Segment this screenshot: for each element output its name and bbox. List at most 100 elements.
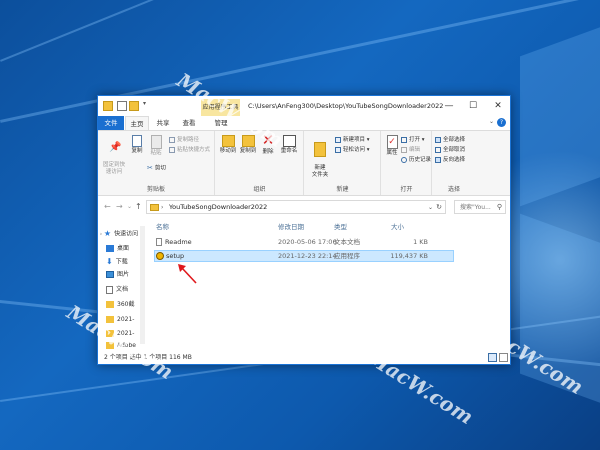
new-item-icon bbox=[335, 136, 341, 143]
file-date: 2020-05-06 17:06 bbox=[278, 238, 337, 246]
select-all-label: 全部选择 bbox=[443, 137, 466, 143]
file-type: 文本文档 bbox=[334, 238, 360, 246]
folder-icon bbox=[103, 101, 113, 111]
easy-access-label: 轻松访问 ▾ bbox=[343, 147, 370, 153]
file-row-setup[interactable]: setup 2021-12-23 22:14 应用程序 119,437 KB bbox=[154, 250, 454, 262]
file-list: 名称 修改日期 类型 大小 Readme 2020-05-06 17:06 文本… bbox=[150, 218, 510, 351]
new-folder-button[interactable]: 新建 文件夹 bbox=[309, 135, 331, 179]
address-bar-row: ← → ⌄ ↑ › YouTubeSongDownloader2022 ⌄ ↻ … bbox=[98, 196, 510, 218]
file-row-readme[interactable]: Readme 2020-05-06 17:06 文本文档 1 KB bbox=[154, 237, 454, 249]
select-none-label: 全部取消 bbox=[443, 147, 466, 153]
new-folder-icon[interactable] bbox=[129, 101, 139, 111]
cut-button[interactable]: ✂ 剪切 bbox=[147, 164, 166, 173]
file-size: 119,437 KB bbox=[390, 252, 428, 260]
nav-label: 下载 bbox=[115, 258, 128, 266]
close-button[interactable]: ✕ bbox=[486, 96, 510, 116]
details-view-icon[interactable] bbox=[488, 353, 497, 362]
copy-path-button[interactable]: 复制路径 bbox=[169, 136, 199, 144]
file-date: 2021-12-23 22:14 bbox=[278, 252, 337, 260]
address-field[interactable]: › YouTubeSongDownloader2022 ⌄ ↻ bbox=[146, 200, 446, 214]
edit-label: 编辑 bbox=[409, 147, 421, 153]
expand-ribbon-icon[interactable]: ⌄ bbox=[489, 118, 494, 125]
move-to-folder-icon bbox=[221, 135, 235, 147]
back-arrow-icon[interactable]: ← bbox=[104, 202, 111, 211]
select-none-button[interactable]: 全部取消 bbox=[435, 146, 465, 154]
folder-icon bbox=[106, 301, 114, 308]
star-icon: ★ bbox=[103, 229, 112, 238]
file-explorer-window: ▾ 应用程序工具 C:\Users\AnFeng300\Desktop\YouT… bbox=[97, 95, 511, 365]
history-button[interactable]: 历史记录 bbox=[401, 156, 431, 164]
select-all-button[interactable]: 全部选择 bbox=[435, 136, 465, 144]
easy-access-button[interactable]: 轻松访问 ▾ bbox=[335, 146, 370, 154]
nav-quick-access[interactable]: › ★ 快速访问 bbox=[100, 228, 140, 240]
rename-icon bbox=[282, 135, 296, 147]
select-all-icon bbox=[435, 136, 441, 143]
select-group: 全部选择 全部取消 反向选择 选择 bbox=[433, 131, 475, 195]
search-placeholder: 搜索"You... bbox=[460, 204, 491, 211]
document-icon bbox=[106, 285, 113, 294]
breadcrumb-separator-icon: › bbox=[161, 204, 164, 211]
up-arrow-icon[interactable]: ↑ bbox=[135, 202, 142, 211]
address-path: YouTubeSongDownloader2022 bbox=[169, 203, 268, 211]
tab-view[interactable]: 查看 bbox=[177, 116, 201, 130]
copy-icon bbox=[132, 135, 142, 147]
nav-label: 快速访问 bbox=[114, 230, 139, 238]
paste-label: 粘贴 bbox=[150, 150, 162, 156]
new-folder-large-icon bbox=[314, 142, 326, 157]
address-folder-icon bbox=[150, 204, 159, 211]
paste-button[interactable]: 粘贴 bbox=[147, 135, 165, 157]
address-dropdown-icon[interactable]: ⌄ bbox=[428, 201, 433, 214]
refresh-icon[interactable]: ↻ bbox=[436, 201, 442, 214]
invert-selection-button[interactable]: 反向选择 bbox=[435, 156, 465, 164]
minimize-button[interactable]: — bbox=[437, 96, 461, 116]
open-button[interactable]: 打开 ▾ bbox=[401, 136, 425, 144]
open-group: ✓ 属性 打开 ▾ 编辑 历史记录 打开 bbox=[382, 131, 432, 195]
search-input[interactable]: 搜索"You... ⚲ bbox=[454, 200, 506, 214]
properties-icon[interactable] bbox=[117, 101, 127, 111]
copy-label: 复制 bbox=[131, 148, 143, 154]
edit-button[interactable]: 编辑 bbox=[401, 146, 420, 154]
window-title: C:\Users\AnFeng300\Desktop\YouTubeSongDo… bbox=[248, 102, 444, 110]
select-none-icon bbox=[435, 146, 441, 153]
title-bar: ▾ 应用程序工具 C:\Users\AnFeng300\Desktop\YouT… bbox=[98, 96, 510, 116]
nav-scrollbar[interactable] bbox=[140, 226, 145, 344]
nav-label: 桌面 bbox=[117, 245, 130, 252]
new-group-label: 新建 bbox=[336, 186, 349, 193]
pictures-icon bbox=[106, 271, 114, 278]
column-header-date[interactable]: 修改日期 bbox=[278, 221, 304, 231]
new-item-label: 新建项目 ▾ bbox=[343, 137, 370, 143]
tab-share[interactable]: 共享 bbox=[151, 116, 175, 130]
quick-access-dropdown-icon[interactable]: ▾ bbox=[143, 100, 146, 107]
file-type: 应用程序 bbox=[334, 252, 360, 260]
ribbon-tabs: 文件 主页 共享 查看 管理 ⌄ ? bbox=[98, 116, 510, 130]
nav-label: 图片 bbox=[117, 271, 130, 278]
pin-label: 固定到快 速访问 bbox=[102, 162, 125, 175]
rename-label: 重命名 bbox=[280, 148, 298, 154]
help-icon[interactable]: ? bbox=[497, 118, 506, 127]
properties-label: 属性 bbox=[386, 150, 398, 156]
forward-arrow-icon[interactable]: → bbox=[116, 202, 123, 211]
select-group-label: 选择 bbox=[447, 186, 460, 193]
open-icon bbox=[401, 136, 407, 143]
clipboard-group-label: 剪贴板 bbox=[146, 186, 165, 193]
pin-icon: 📌 bbox=[109, 142, 122, 153]
column-header-size[interactable]: 大小 bbox=[391, 221, 404, 231]
nav-label: 360截 bbox=[117, 301, 135, 308]
copy-button[interactable]: 复制 bbox=[128, 135, 146, 155]
tab-file[interactable]: 文件 bbox=[98, 116, 124, 130]
column-header-type[interactable]: 类型 bbox=[334, 221, 347, 231]
new-item-button[interactable]: 新建项目 ▾ bbox=[335, 136, 370, 144]
red-arrow-annotation bbox=[178, 264, 197, 284]
properties-button[interactable]: ✓ 属性 bbox=[384, 135, 400, 157]
file-size: 1 KB bbox=[413, 238, 428, 246]
new-folder-label: 新建 文件夹 bbox=[311, 165, 329, 178]
paste-shortcut-button[interactable]: 粘贴快捷方式 bbox=[169, 146, 210, 154]
tab-home[interactable]: 主页 bbox=[125, 116, 149, 130]
paste-shortcut-label: 粘贴快捷方式 bbox=[177, 147, 211, 153]
clipboard-group: 📌 固定到快 速访问 复制 粘贴 复制路径 粘贴快捷方式 ✂ 剪切 剪贴板 bbox=[98, 131, 215, 195]
maximize-button[interactable]: ☐ bbox=[461, 96, 485, 116]
move-to-button[interactable]: 移动到 bbox=[218, 135, 238, 155]
recent-locations-chevron-icon[interactable]: ⌄ bbox=[127, 203, 132, 210]
pin-quick-access-button[interactable]: 📌 固定到快 速访问 bbox=[101, 135, 127, 176]
column-header-name[interactable]: 名称 bbox=[156, 221, 169, 231]
